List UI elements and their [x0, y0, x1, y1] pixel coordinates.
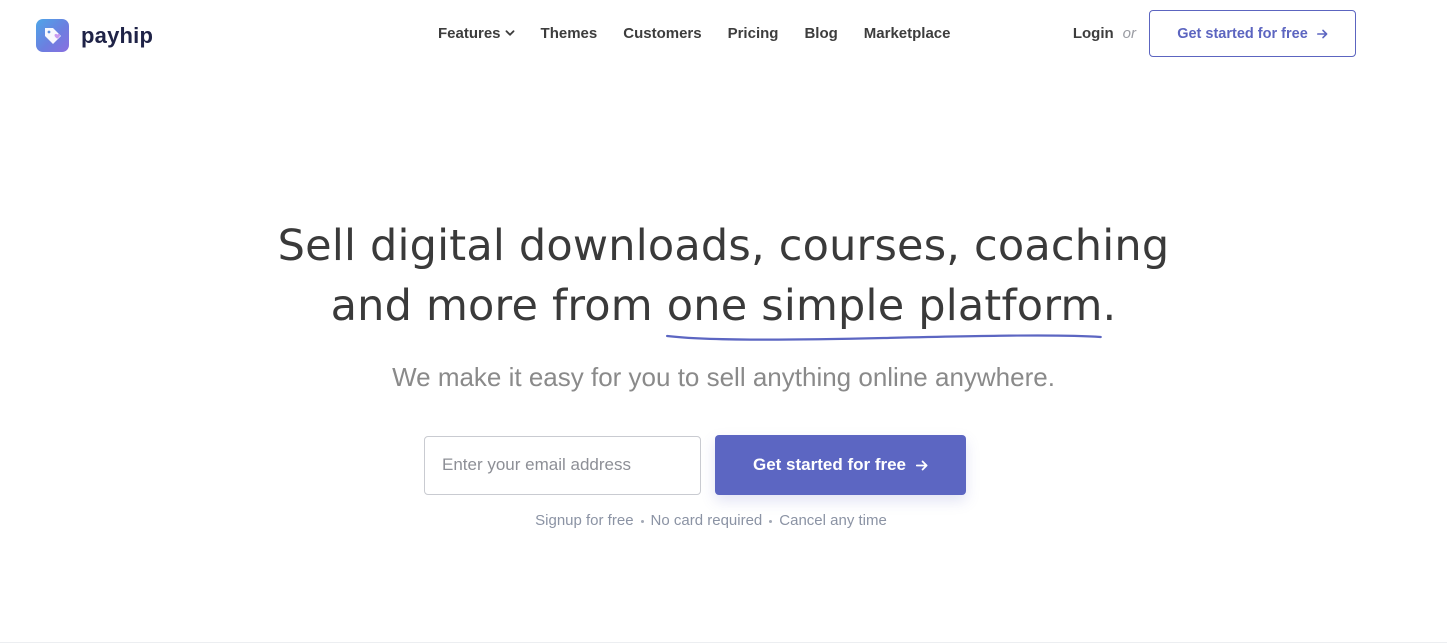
hero-section: Sell digital downloads, courses, coachin…	[0, 216, 1447, 394]
benefits-list: Signup for free No card required Cancel …	[0, 512, 1447, 529]
hero-headline: Sell digital downloads, courses, coachin…	[0, 216, 1447, 341]
nav-item-pricing[interactable]: Pricing	[728, 25, 779, 42]
hero-get-started-label: Get started for free	[752, 455, 907, 474]
nav-item-marketplace[interactable]: Marketplace	[864, 25, 951, 42]
header-get-started-button[interactable]: Get started for free	[1149, 10, 1356, 57]
header-get-started-label: Get started for free	[1177, 25, 1308, 42]
hero-subheadline: We make it easy for you to sell anything…	[392, 362, 1055, 392]
hero-get-started-button[interactable]: Get started for free	[715, 435, 966, 495]
brand-name: payhip	[81, 22, 154, 48]
page: payhip Features Themes Customers Pricing…	[0, 0, 1447, 643]
heart-tag-icon	[36, 19, 69, 52]
hand-drawn-underline	[665, 334, 1102, 341]
nav-item-themes[interactable]: Themes	[541, 25, 598, 42]
login-link[interactable]: Login	[1073, 25, 1114, 42]
headline-prefix: and more from	[330, 281, 667, 331]
email-input[interactable]	[424, 435, 701, 495]
arrow-right-icon	[916, 460, 928, 470]
bullet-separator	[640, 520, 644, 523]
benefit-item: Signup for free	[535, 512, 634, 529]
benefit-item: Cancel any time	[779, 512, 887, 529]
site-header: payhip Features Themes Customers Pricing…	[0, 0, 1447, 66]
headline-line-1: Sell digital downloads, courses, coachin…	[277, 221, 1170, 271]
chevron-down-icon	[505, 30, 514, 36]
auth-area: Login or Get started for free	[1073, 10, 1356, 57]
nav-item-label: Features	[438, 24, 501, 42]
nav-item-blog[interactable]: Blog	[804, 25, 837, 42]
bullet-separator	[769, 520, 773, 523]
brand-logo[interactable]: payhip	[36, 19, 153, 52]
nav-item-customers[interactable]: Customers	[623, 25, 701, 42]
nav-item-features[interactable]: Features	[438, 25, 515, 42]
signup-form: Get started for free	[424, 435, 966, 495]
or-separator: or	[1122, 25, 1136, 42]
headline-line-2: and more from one simple platform.	[0, 276, 1447, 341]
headline-highlight: one simple platform	[665, 276, 1103, 341]
main-nav: Features Themes Customers Pricing Blog M…	[438, 24, 951, 42]
headline-highlight-text: one simple platform	[666, 281, 1103, 331]
headline-suffix: .	[1102, 281, 1117, 331]
benefit-item: No card required	[650, 512, 763, 529]
arrow-right-icon	[1316, 29, 1328, 38]
